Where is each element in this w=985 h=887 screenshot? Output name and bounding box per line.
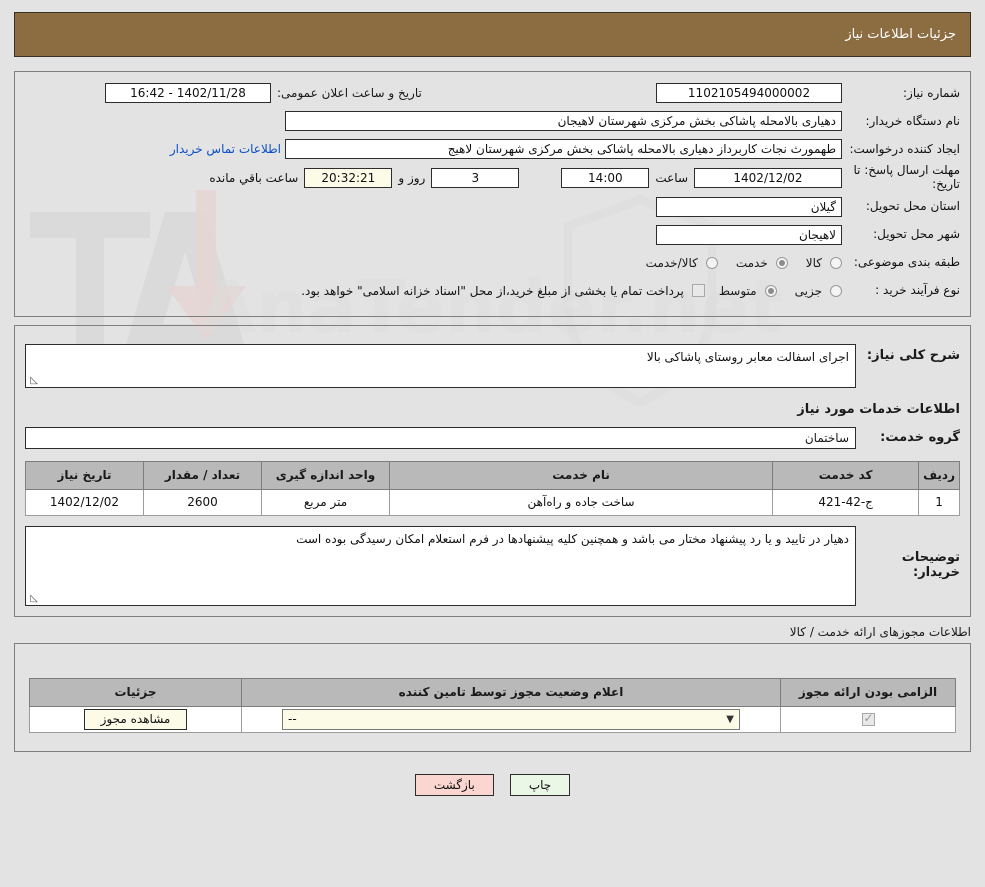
city-label: شهر محل تحویل: — [873, 227, 960, 242]
radio-category-1-label: خدمت — [735, 255, 768, 270]
cell-quantity: 2600 — [143, 488, 262, 516]
col-need-date: تاریخ نیاز — [25, 460, 144, 490]
services-table-wrap: ردیف کد خدمت نام خدمت واحد اندازه گیری ت… — [25, 460, 960, 516]
service-group-label: گروه خدمت: — [880, 430, 960, 446]
buyer-label: نام دستگاه خریدار: — [865, 113, 961, 128]
table-row: ▼ -- مشاهده مجوز — [29, 705, 956, 733]
need-detail-panel: شرح کلی نیاز: اجرای اسفالت معابر روستای … — [14, 324, 971, 617]
remaining-suffix-label: ساعت باقي مانده — [209, 170, 299, 185]
table-row: 1 ج-42-421 ساخت جاده و راه‌آهن متر مربع … — [25, 488, 960, 516]
remaining-days-field: 3 — [431, 167, 520, 188]
category-radio-group: کالا خدمت کالا/خدمت — [632, 256, 842, 270]
buyer-field[interactable]: دهیاری بالامحله پاشاکی بخش مرکزی شهرستان… — [285, 111, 842, 131]
cell-permit-required — [780, 705, 956, 733]
deadline-date-field[interactable]: 1402/12/02 — [694, 167, 842, 188]
buyer-notes-text: دهیار در تایید و یا رد پیشنهاد مختار می … — [296, 531, 849, 546]
service-group-field[interactable]: ساختمان — [25, 426, 856, 449]
print-button[interactable]: چاپ — [509, 773, 571, 796]
province-field[interactable]: گیلان — [656, 196, 842, 217]
payment-note-label: پرداخت تمام یا بخشی از مبلغ خرید،از محل … — [301, 283, 684, 298]
col-permit-required: الزامی بودن ارائه مجوز — [780, 677, 956, 707]
description-textarea[interactable]: اجرای اسفالت معابر روستای پاشاکی بالا ◺ — [25, 343, 856, 388]
radio-process-1-label: متوسط — [718, 283, 757, 298]
page-header: جزئیات اطلاعات نیاز — [14, 12, 971, 57]
col-code: کد خدمت — [772, 460, 920, 490]
col-unit: واحد اندازه گیری — [261, 460, 390, 490]
footer-actions: چاپ بازگشت — [0, 773, 985, 796]
resize-grip-icon[interactable]: ◺ — [28, 593, 38, 604]
cell-name: ساخت جاده و راه‌آهن — [388, 488, 774, 516]
cell-permit-status: ▼ -- — [241, 705, 781, 733]
cell-index: 1 — [918, 488, 960, 516]
row-buyer: نام دستگاه خریدار: دهیاری بالامحله پاشاک… — [25, 108, 960, 134]
radio-process-1[interactable] — [764, 284, 777, 297]
col-name: نام خدمت — [388, 460, 774, 490]
permits-caption: اطلاعات مجوزهای ارائه خدمت / کالا — [789, 624, 971, 639]
row-buyer-notes: توضیحات خریدار: دهیار در تایید و یا رد پ… — [25, 525, 960, 606]
islamic-treasury-checkbox[interactable] — [691, 284, 705, 298]
radio-category-0[interactable] — [830, 256, 842, 269]
creator-label: ایجاد کننده درخواست: — [849, 141, 960, 156]
row-description: شرح کلی نیاز: اجرای اسفالت معابر روستای … — [25, 343, 960, 388]
days-and-label: روز و — [398, 170, 426, 185]
permits-table-header-row: الزامی بودن ارائه مجوز اعلام وضعیت مجوز … — [29, 677, 956, 707]
need-number-label: شماره نیاز: — [903, 85, 960, 100]
city-field[interactable]: لاهیجان — [656, 224, 842, 245]
need-info-panel: شماره نیاز: 1102105494000002 تاریخ و ساع… — [14, 71, 971, 317]
radio-category-1[interactable] — [775, 256, 788, 269]
description-label: شرح کلی نیاز: — [866, 347, 960, 363]
buyer-notes-textarea[interactable]: دهیار در تایید و یا رد پیشنهاد مختار می … — [25, 525, 856, 606]
creator-field[interactable]: طهمورث نجات کاربرداز دهیاری بالامحله پاش… — [285, 139, 842, 159]
cell-permit-details: مشاهده مجوز — [29, 705, 242, 733]
back-button[interactable]: بازگشت — [414, 773, 494, 796]
row-city: شهر محل تحویل: لاهیجان — [25, 222, 960, 248]
province-label: استان محل تحویل: — [865, 199, 960, 214]
col-permit-status: اعلام وضعیت مجوز توسط تامین کننده — [241, 677, 781, 707]
need-number-field[interactable]: 1102105494000002 — [656, 83, 842, 103]
row-creator: ایجاد کننده درخواست: طهمورث نجات کاربردا… — [25, 136, 960, 162]
row-deadline: مهلت ارسال پاسخ: تا تاریخ: 1402/12/02 سا… — [25, 163, 960, 192]
remaining-timer-field: 20:32:21 — [304, 167, 393, 188]
col-permit-details: جزئیات — [29, 677, 242, 707]
radio-category-0-label: کالا — [805, 255, 822, 270]
permit-required-checkbox — [861, 711, 875, 727]
services-table-header-row: ردیف کد خدمت نام خدمت واحد اندازه گیری ت… — [25, 460, 960, 490]
process-label: نوع فرآیند خرید : — [875, 283, 960, 298]
deadline-label: مهلت ارسال پاسخ: تا تاریخ: — [853, 163, 960, 191]
row-service-group: گروه خدمت: ساختمان — [25, 426, 960, 449]
radio-process-0[interactable] — [830, 284, 842, 297]
public-announce-field[interactable]: 1402/11/28 - 16:42 — [105, 83, 271, 103]
permits-panel: الزامی بودن ارائه مجوز اعلام وضعیت مجوز … — [14, 642, 971, 752]
resize-grip-icon[interactable]: ◺ — [28, 375, 38, 386]
public-announce-label: تاریخ و ساعت اعلان عمومی: — [277, 86, 422, 100]
row-need-number: شماره نیاز: 1102105494000002 تاریخ و ساع… — [25, 80, 960, 106]
row-category: طبقه بندی موضوعی: کالا خدمت کالا/خدمت — [25, 250, 960, 276]
permits-table: الزامی بودن ارائه مجوز اعلام وضعیت مجوز … — [29, 677, 956, 733]
view-permit-button[interactable]: مشاهده مجوز — [83, 708, 188, 730]
row-process-type: نوع فرآیند خرید : جزیی متوسط پرداخت تمام… — [25, 278, 960, 304]
buyer-contact-link[interactable]: اطلاعات تماس خریدار — [166, 142, 285, 156]
permit-status-value: -- — [288, 712, 297, 727]
row-province: استان محل تحویل: گیلان — [25, 194, 960, 220]
permit-status-select[interactable]: ▼ -- — [282, 708, 740, 730]
chevron-down-icon: ▼ — [726, 713, 734, 725]
page-title: جزئیات اطلاعات نیاز — [845, 27, 956, 42]
radio-category-2[interactable] — [705, 256, 718, 269]
deadline-time-field[interactable]: 14:00 — [561, 167, 650, 188]
col-quantity: تعداد / مقدار — [143, 460, 262, 490]
cell-unit: متر مربع — [261, 488, 390, 516]
description-text: اجرای اسفالت معابر روستای پاشاکی بالا — [646, 349, 849, 364]
process-radio-group: جزیی متوسط — [705, 284, 842, 298]
services-section-title: اطلاعات خدمات مورد نیاز — [797, 401, 960, 417]
category-label: طبقه بندی موضوعی: — [853, 255, 960, 270]
cell-need-date: 1402/12/02 — [25, 488, 144, 516]
buyer-notes-label: توضیحات خریدار: — [901, 549, 960, 580]
radio-process-0-label: جزیی — [794, 283, 822, 298]
hour-label: ساعت — [655, 170, 688, 185]
col-index: ردیف — [918, 460, 960, 490]
services-table: ردیف کد خدمت نام خدمت واحد اندازه گیری ت… — [25, 460, 960, 516]
radio-category-2-label: کالا/خدمت — [645, 255, 698, 270]
cell-code: ج-42-421 — [772, 488, 920, 516]
